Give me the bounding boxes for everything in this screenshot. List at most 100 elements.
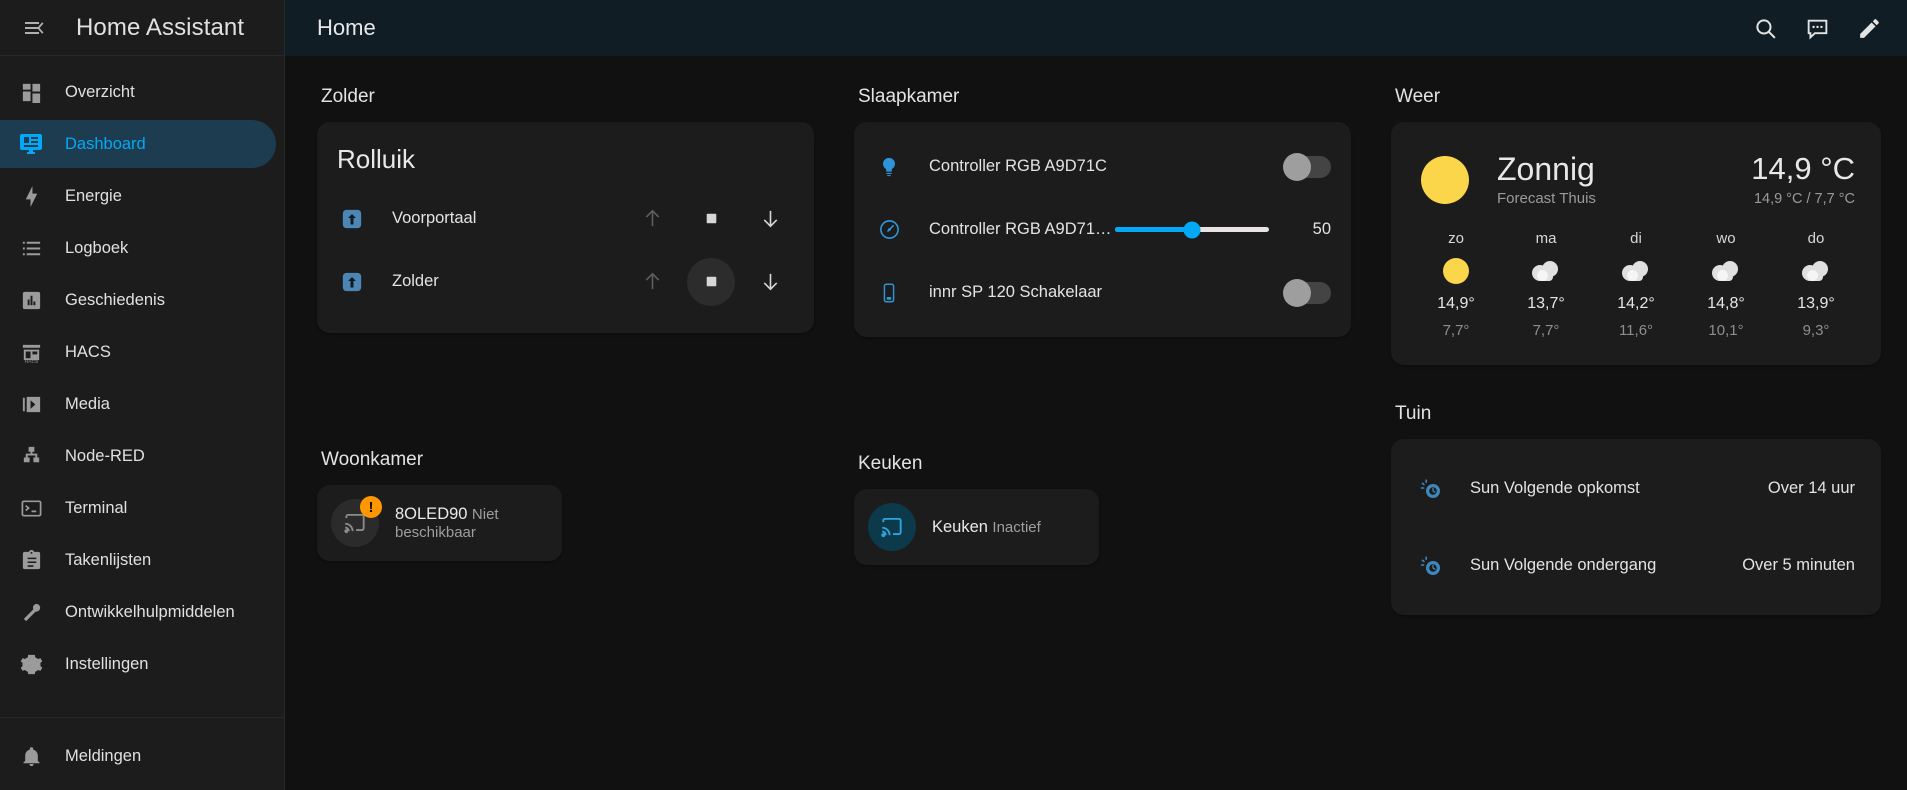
forecast-day: di 14,2° 11,6° [1591, 230, 1681, 339]
cast-icon: ! [331, 496, 382, 547]
sensor-row-sun-next-setting[interactable]: Sun Volgende ondergang Over 5 minuten [1391, 538, 1881, 593]
cover-down-button[interactable] [746, 195, 794, 243]
window-shutter-up-icon [337, 208, 367, 230]
section-title: Keuken [858, 453, 923, 474]
sunny-icon [1441, 256, 1471, 286]
hammer-wrench-icon [14, 595, 48, 629]
cover-up-button[interactable] [628, 195, 676, 243]
sidebar-item-label: Ontwikkelhulpmiddelen [65, 602, 235, 621]
sidebar-item-ontwikkelhulpmiddelen[interactable]: Ontwikkelhulpmiddelen [0, 588, 276, 636]
media-player-card-keuken[interactable]: Keuken Inactief [854, 489, 1099, 565]
sun-clock-icon [1417, 554, 1445, 578]
sidebar-item-energie[interactable]: Energie [0, 172, 276, 220]
app-root: Home Assistant Overzicht Dashboard Energ… [0, 0, 1907, 790]
pencil-edit-icon[interactable] [1845, 4, 1893, 52]
sidebar-item-logboek[interactable]: Logboek [0, 224, 276, 272]
top-app-bar: Home [285, 0, 1907, 56]
weather-entity-name: Forecast Thuis [1497, 190, 1596, 208]
forecast-day-name: zo [1448, 230, 1464, 247]
cover-up-button[interactable] [628, 258, 676, 306]
forecast-day-name: ma [1535, 230, 1557, 247]
cover-row-zolder[interactable]: Zolder [317, 250, 814, 313]
entity-row-controller-rgb-light[interactable]: Controller RGB A9D71C [854, 135, 1351, 198]
section-zolder: Zolder Rolluik Voorportaal Zolder [317, 86, 814, 333]
entity-row-controller-rgb-number[interactable]: Controller RGB A9D71… 50 [854, 198, 1351, 261]
sidebar-item-hacs[interactable]: HACS HACS [0, 328, 276, 376]
cloudy-icon [1529, 256, 1563, 286]
sidebar-item-instellingen[interactable]: Instellingen [0, 640, 276, 688]
forecast-day: zo 14,9° 7,7° [1411, 230, 1501, 339]
cover-controls [628, 257, 794, 306]
forecast-day: do 13,9° 9,3° [1771, 230, 1861, 339]
sidebar-item-takenlijsten[interactable]: Takenlijsten [0, 536, 276, 584]
cover-row-voorportaal[interactable]: Voorportaal [317, 187, 814, 250]
main-area: Home Zolder Rolluik Voorportaal Zolder W… [285, 0, 1907, 790]
power-socket-icon [874, 282, 904, 304]
sensor-name: Sun Volgende ondergang [1470, 556, 1657, 574]
media-player-state: Inactief [992, 518, 1041, 536]
slider-thumb[interactable] [1183, 221, 1201, 238]
forecast-low: 7,7° [1532, 322, 1560, 339]
sensor-row-sun-next-rising[interactable]: Sun Volgende opkomst Over 14 uur [1391, 461, 1881, 516]
section-title: Slaapkamer [858, 86, 960, 107]
weather-forecast: zo 14,9° 7,7° ma 13,7° 7,7° di 14,2° 11,… [1391, 214, 1881, 365]
sitemap-icon [14, 439, 48, 473]
card-weather[interactable]: Zonnig Forecast Thuis 14,9 °C 14,9 °C / … [1391, 122, 1881, 365]
cast-icon [868, 503, 916, 551]
cover-controls [628, 195, 794, 243]
forecast-low: 10,1° [1708, 322, 1744, 339]
menu-collapse-icon[interactable] [10, 4, 58, 52]
forecast-low: 11,6° [1618, 322, 1654, 339]
forecast-low: 7,7° [1442, 322, 1470, 339]
entity-name: Voorportaal [392, 209, 477, 227]
forecast-day-name: do [1807, 230, 1825, 247]
switch-toggle-switch[interactable] [1283, 278, 1331, 307]
monitor-dashboard-icon [14, 127, 48, 161]
search-icon[interactable] [1741, 4, 1789, 52]
sidebar-item-media[interactable]: Media [0, 380, 276, 428]
media-player-name: 8OLED90 [395, 504, 468, 523]
sensor-value: Over 14 uur [1767, 479, 1855, 497]
sidebar-item-node-red[interactable]: Node-RED [0, 432, 276, 480]
entity-name: Zolder [392, 272, 439, 290]
cover-stop-button[interactable] [687, 257, 735, 306]
sidebar-item-overzicht[interactable]: Overzicht [0, 68, 276, 116]
hacs-storefront-icon: HACS [14, 335, 48, 369]
brightness-slider[interactable] [1115, 221, 1269, 238]
cover-stop-button[interactable] [687, 195, 735, 243]
sidebar-item-dashboard[interactable]: Dashboard [0, 120, 276, 168]
sidebar-footer: Meldingen [0, 717, 284, 790]
sidebar-item-terminal[interactable]: Terminal [0, 484, 276, 532]
cover-down-button[interactable] [746, 258, 794, 306]
dashboard-content: Zolder Rolluik Voorportaal Zolder Woonka… [285, 56, 1907, 790]
dashboard-grid: Zolder Rolluik Voorportaal Zolder Woonka… [317, 86, 1881, 615]
entity-name: Controller RGB A9D71C [929, 157, 1107, 175]
media-player-text: Keuken Inactief [932, 518, 1041, 537]
weather-current: Zonnig Forecast Thuis 14,9 °C 14,9 °C / … [1391, 122, 1881, 214]
sidebar-item-label: Takenlijsten [65, 550, 152, 569]
sidebar-item-geschiedenis[interactable]: Geschiedenis [0, 276, 276, 324]
app-title: Home Assistant [76, 13, 245, 41]
weather-high-low: 14,9 °C / 7,7 °C [1753, 190, 1855, 207]
section-title: Tuin [1395, 403, 1432, 424]
entity-row-innr-sp120[interactable]: innr SP 120 Schakelaar [854, 261, 1351, 324]
light-toggle-switch[interactable] [1283, 152, 1331, 181]
window-shutter-up-icon [337, 271, 367, 293]
card-title: Rolluik [337, 144, 416, 174]
sidebar-item-label: Node-RED [65, 446, 145, 465]
sidebar-item-label: Dashboard [65, 134, 146, 153]
dashboard-column-1: Zolder Rolluik Voorportaal Zolder Woonka… [317, 86, 814, 561]
sidebar-item-label: Overzicht [65, 82, 135, 101]
section-title: Woonkamer [321, 449, 424, 470]
clipboard-list-icon [14, 543, 48, 577]
assist-chat-icon[interactable] [1793, 4, 1841, 52]
section-weer: Weer Zonnig Forecast Thuis 14,9 °C 14,9 … [1391, 86, 1881, 365]
card-slaapkamer: Controller RGB A9D71C Controller RGB A9D… [854, 122, 1351, 337]
forecast-low: 9,3° [1802, 322, 1830, 339]
sidebar-item-meldingen[interactable]: Meldingen [0, 732, 276, 780]
media-player-card-8oled90[interactable]: ! 8OLED90 Niet beschikbaar [317, 485, 562, 561]
section-woonkamer: Woonkamer ! 8OLED90 Niet beschikbaar [317, 449, 814, 561]
weather-temperature: 14,9 °C [1751, 151, 1855, 187]
sensor-value: Over 5 minuten [1742, 556, 1855, 574]
forecast-high: 13,7° [1527, 295, 1565, 312]
